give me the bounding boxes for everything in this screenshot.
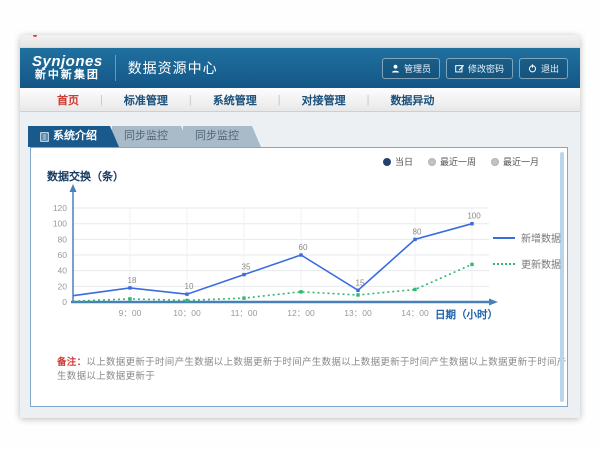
svg-text:15: 15 <box>356 278 365 287</box>
svg-text:60: 60 <box>299 243 308 252</box>
page-background: Synjones 新中新集团 数据资源中心 管理员 修改密码 <box>0 0 600 450</box>
svg-text:11：00: 11：00 <box>231 308 258 318</box>
power-icon <box>528 64 537 73</box>
nav-item-standard-mgmt[interactable]: 标准管理 <box>103 92 189 108</box>
app-window: Synjones 新中新集团 数据资源中心 管理员 修改密码 <box>20 35 580 418</box>
chart-panel: 当日 最近一周 最近一月 数据交换（条） 0 20 40 60 80 100 120 9：00… <box>30 147 568 407</box>
svg-text:80: 80 <box>413 227 422 236</box>
radio-last-month[interactable]: 最近一月 <box>491 155 539 168</box>
time-range-radios: 当日 最近一周 最近一月 <box>383 155 539 168</box>
svg-text:10: 10 <box>185 282 194 291</box>
radio-today[interactable]: 当日 <box>383 155 413 168</box>
app-header: Synjones 新中新集团 数据资源中心 管理员 修改密码 <box>20 48 580 88</box>
svg-text:10：00: 10：00 <box>173 308 201 318</box>
chart-legend: 新增数据 更新数据 <box>493 230 561 271</box>
radio-dot-icon <box>428 158 436 166</box>
svg-text:14：00: 14：00 <box>401 308 429 318</box>
change-password-button[interactable]: 修改密码 <box>446 58 513 79</box>
svg-text:80: 80 <box>58 234 68 244</box>
tab-label: 同步监控 <box>195 126 239 147</box>
svg-text:9：00: 9：00 <box>119 308 142 318</box>
nav-item-data-change[interactable]: 数据异动 <box>369 92 455 108</box>
footnote-text: 以上数据更新于时间产生数据以上数据更新于时间产生数据以上数据更新于时间产生数据以… <box>57 357 567 382</box>
logo: Synjones 新中新集团 <box>32 54 103 81</box>
svg-text:40: 40 <box>58 266 68 276</box>
svg-text:0: 0 <box>62 297 67 307</box>
radio-dot-icon <box>491 158 499 166</box>
legend-item-update-data: 更新数据 <box>493 256 561 271</box>
nav-item-home[interactable]: 首页 <box>36 92 100 108</box>
tab-system-intro[interactable]: 系统介绍 <box>28 126 119 147</box>
footnote: 备注：以上数据更新于时间产生数据以上数据更新于时间产生数据以上数据更新于时间产生… <box>57 354 567 382</box>
radio-label: 当日 <box>395 155 413 168</box>
legend-label: 新增数据 <box>521 230 561 245</box>
svg-text:100: 100 <box>467 212 481 221</box>
tab-label: 同步监控 <box>124 126 168 147</box>
page-title: 数据资源中心 <box>128 58 218 78</box>
footnote-label: 备注： <box>57 357 86 368</box>
user-icon <box>391 64 400 73</box>
svg-text:12：00: 12：00 <box>287 308 315 318</box>
header-actions: 管理员 修改密码 退出 <box>382 58 568 79</box>
legend-line-solid-icon <box>493 237 515 239</box>
legend-item-new-data: 新增数据 <box>493 230 561 245</box>
legend-line-dotted-icon <box>493 263 515 265</box>
main-nav: 首页 | 标准管理 | 系统管理 | 对接管理 | 数据异动 <box>20 88 580 112</box>
vertical-scrollbar[interactable] <box>560 152 564 402</box>
document-icon <box>40 132 49 142</box>
svg-text:100: 100 <box>53 219 67 229</box>
svg-text:13：00: 13：00 <box>344 308 372 318</box>
content-area: 系统介绍 同步监控 同步监控 当日 最近一周 <box>20 112 580 418</box>
window-chrome-strip <box>20 35 580 48</box>
svg-text:35: 35 <box>242 263 251 272</box>
logout-button[interactable]: 退出 <box>519 58 568 79</box>
header-divider <box>115 55 116 81</box>
change-password-label: 修改密码 <box>468 62 504 75</box>
logo-text: Synjones <box>32 54 103 70</box>
tab-label: 系统介绍 <box>53 126 97 147</box>
admin-user-button[interactable]: 管理员 <box>382 58 440 79</box>
svg-text:20: 20 <box>58 281 68 291</box>
admin-user-label: 管理员 <box>404 62 431 75</box>
logout-label: 退出 <box>541 62 559 75</box>
logo-subtext: 新中新集团 <box>35 70 100 82</box>
radio-dot-icon <box>383 158 391 166</box>
svg-text:18: 18 <box>128 276 137 285</box>
y-axis-title: 数据交换（条） <box>47 168 124 184</box>
nav-item-interface-mgmt[interactable]: 对接管理 <box>281 92 367 108</box>
svg-text:120: 120 <box>53 203 67 213</box>
nav-item-system-mgmt[interactable]: 系统管理 <box>192 92 278 108</box>
tab-bar: 系统介绍 同步监控 同步监控 <box>28 126 254 147</box>
svg-text:日期（小时）: 日期（小时） <box>435 308 498 321</box>
tab-sync-monitor-2[interactable]: 同步监控 <box>183 126 261 147</box>
radio-label: 最近一周 <box>440 155 476 168</box>
radio-label: 最近一月 <box>503 155 539 168</box>
edit-icon <box>455 64 464 73</box>
legend-label: 更新数据 <box>521 256 561 271</box>
svg-text:60: 60 <box>58 250 68 260</box>
tab-sync-monitor-1[interactable]: 同步监控 <box>112 126 190 147</box>
radio-last-week[interactable]: 最近一周 <box>428 155 476 168</box>
